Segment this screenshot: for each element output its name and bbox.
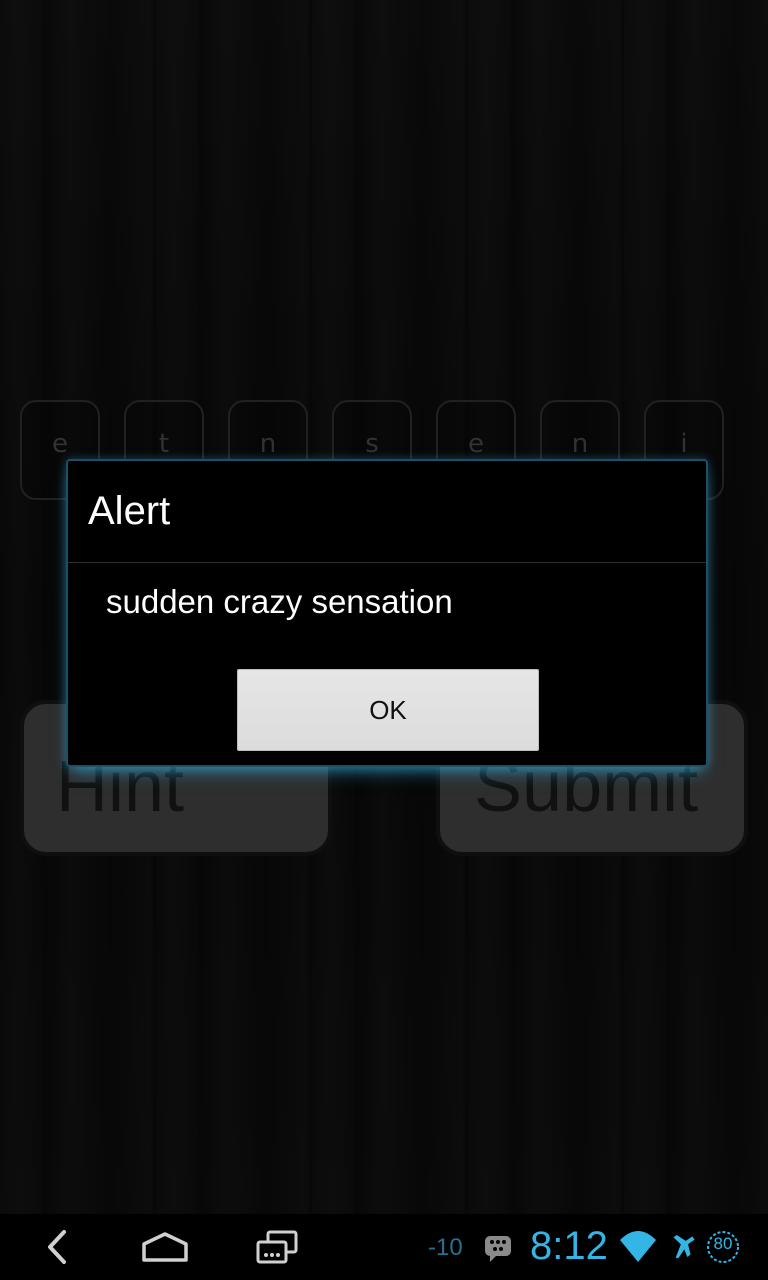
signal-strength-text: -10 [428,1234,463,1261]
bbm-icon [485,1236,511,1262]
battery-level-text: 80 [713,1234,733,1253]
ok-button[interactable]: OK [237,669,539,751]
recent-apps-icon[interactable] [248,1214,310,1280]
screen: e t n s e n i Hint Submit Alert sudden c… [0,0,768,1280]
alert-dialog: Alert sudden crazy sensation OK [66,459,708,767]
dialog-divider [68,562,706,563]
dialog-title: Alert [88,489,171,533]
home-icon[interactable] [134,1214,196,1280]
dialog-message: sudden crazy sensation [106,583,453,620]
clock-time: 8:12 [530,1224,608,1268]
wifi-icon [620,1231,656,1262]
airplane-mode-icon [673,1235,695,1259]
system-bar: -10 8:12 80 [0,1214,768,1280]
back-icon[interactable] [30,1214,90,1280]
